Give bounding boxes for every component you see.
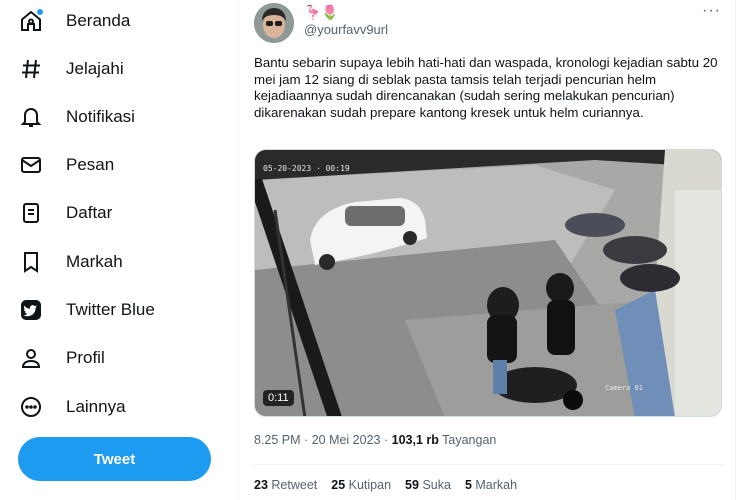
notification-dot xyxy=(37,9,43,15)
tweet-date[interactable]: 20 Mei 2023 xyxy=(312,433,381,447)
nav-label: Twitter Blue xyxy=(66,300,155,319)
video-thumbnail xyxy=(255,150,721,416)
profile-icon xyxy=(18,345,44,371)
nav-label: Pesan xyxy=(66,155,115,174)
meta-separator: · xyxy=(383,433,392,447)
stat-count: 25 xyxy=(331,478,346,492)
nav-item-beranda[interactable]: Beranda xyxy=(18,1,130,41)
stat-count: 23 xyxy=(254,478,268,492)
meta-separator: · xyxy=(304,433,312,447)
mail-icon xyxy=(18,152,44,178)
nav-item-twitter-blue[interactable]: Twitter Blue xyxy=(18,290,155,330)
stat-label: Retweet xyxy=(271,478,318,492)
nav-label: Notifikasi xyxy=(66,107,135,126)
list-icon xyxy=(18,200,44,226)
divider xyxy=(254,464,724,465)
stat-label: Markah xyxy=(475,478,518,492)
nav-item-pesan[interactable]: Pesan xyxy=(18,145,114,185)
nav-label: Daftar xyxy=(66,203,113,222)
stat-count: 59 xyxy=(405,478,419,492)
stat-label: Suka xyxy=(422,478,451,492)
tweet-stats: 23 Retweet 25 Kutipan 59 Suka 5 Markah xyxy=(254,478,531,492)
stat-suka[interactable]: 59 Suka xyxy=(405,478,451,492)
sidebar: Beranda Jelajahi Notifikasi Pesan Daftar… xyxy=(0,0,238,500)
nav-label: Lainnya xyxy=(66,397,126,416)
nav-item-markah[interactable]: Markah xyxy=(18,242,123,282)
hashtag-icon xyxy=(18,56,44,82)
nav-label: Beranda xyxy=(66,11,131,30)
nav-item-notifikasi[interactable]: Notifikasi xyxy=(18,97,135,137)
stat-retweet[interactable]: 23 Retweet xyxy=(254,478,317,492)
stat-label: Kutipan xyxy=(348,478,392,492)
more-options-icon[interactable]: ··· xyxy=(702,2,721,20)
tweet-meta: 8.25 PM · 20 Mei 2023 · 103,1 rb Tayanga… xyxy=(254,433,496,447)
nav-item-jelajahi[interactable]: Jelajahi xyxy=(18,49,124,89)
nav-label: Markah xyxy=(66,252,123,271)
tweet-text: Bantu sebarin supaya lebih hati-hati dan… xyxy=(254,55,718,120)
stat-markah[interactable]: 5 Markah xyxy=(465,478,517,492)
nav-item-profil[interactable]: Profil xyxy=(18,338,105,378)
tweet-video[interactable]: 05-20-2023 · 00:19 Camera 01 0:11 xyxy=(254,149,722,417)
stat-kutipan[interactable]: 25 Kutipan xyxy=(331,478,391,492)
views-count: 103,1 rb xyxy=(391,433,439,447)
cctv-camera-label: Camera 01 xyxy=(605,384,643,392)
user-handle[interactable]: @yourfavv9url xyxy=(304,22,388,37)
display-name[interactable]: 🦩🌷 xyxy=(304,4,339,21)
bell-icon xyxy=(18,104,44,130)
tweet-button[interactable]: Tweet xyxy=(18,437,211,481)
video-duration: 0:11 xyxy=(263,390,294,406)
views-label: Tayangan xyxy=(442,433,497,447)
home-icon xyxy=(18,8,44,34)
twitter-blue-icon xyxy=(18,297,44,323)
avatar[interactable] xyxy=(254,3,294,43)
tweet-time[interactable]: 8.25 PM xyxy=(254,433,301,447)
nav-item-lainnya[interactable]: Lainnya xyxy=(18,387,126,427)
more-circle-icon xyxy=(18,394,44,420)
bookmark-icon xyxy=(18,249,44,275)
nav-label: Jelajahi xyxy=(66,59,124,78)
nav-item-daftar[interactable]: Daftar xyxy=(18,193,112,233)
stat-count: 5 xyxy=(464,478,472,492)
cctv-timestamp: 05-20-2023 · 00:19 xyxy=(263,164,350,173)
tweet-detail: 🦩🌷 @yourfavv9url ··· Bantu sebarin supay… xyxy=(238,0,736,500)
nav-label: Profil xyxy=(66,348,105,367)
